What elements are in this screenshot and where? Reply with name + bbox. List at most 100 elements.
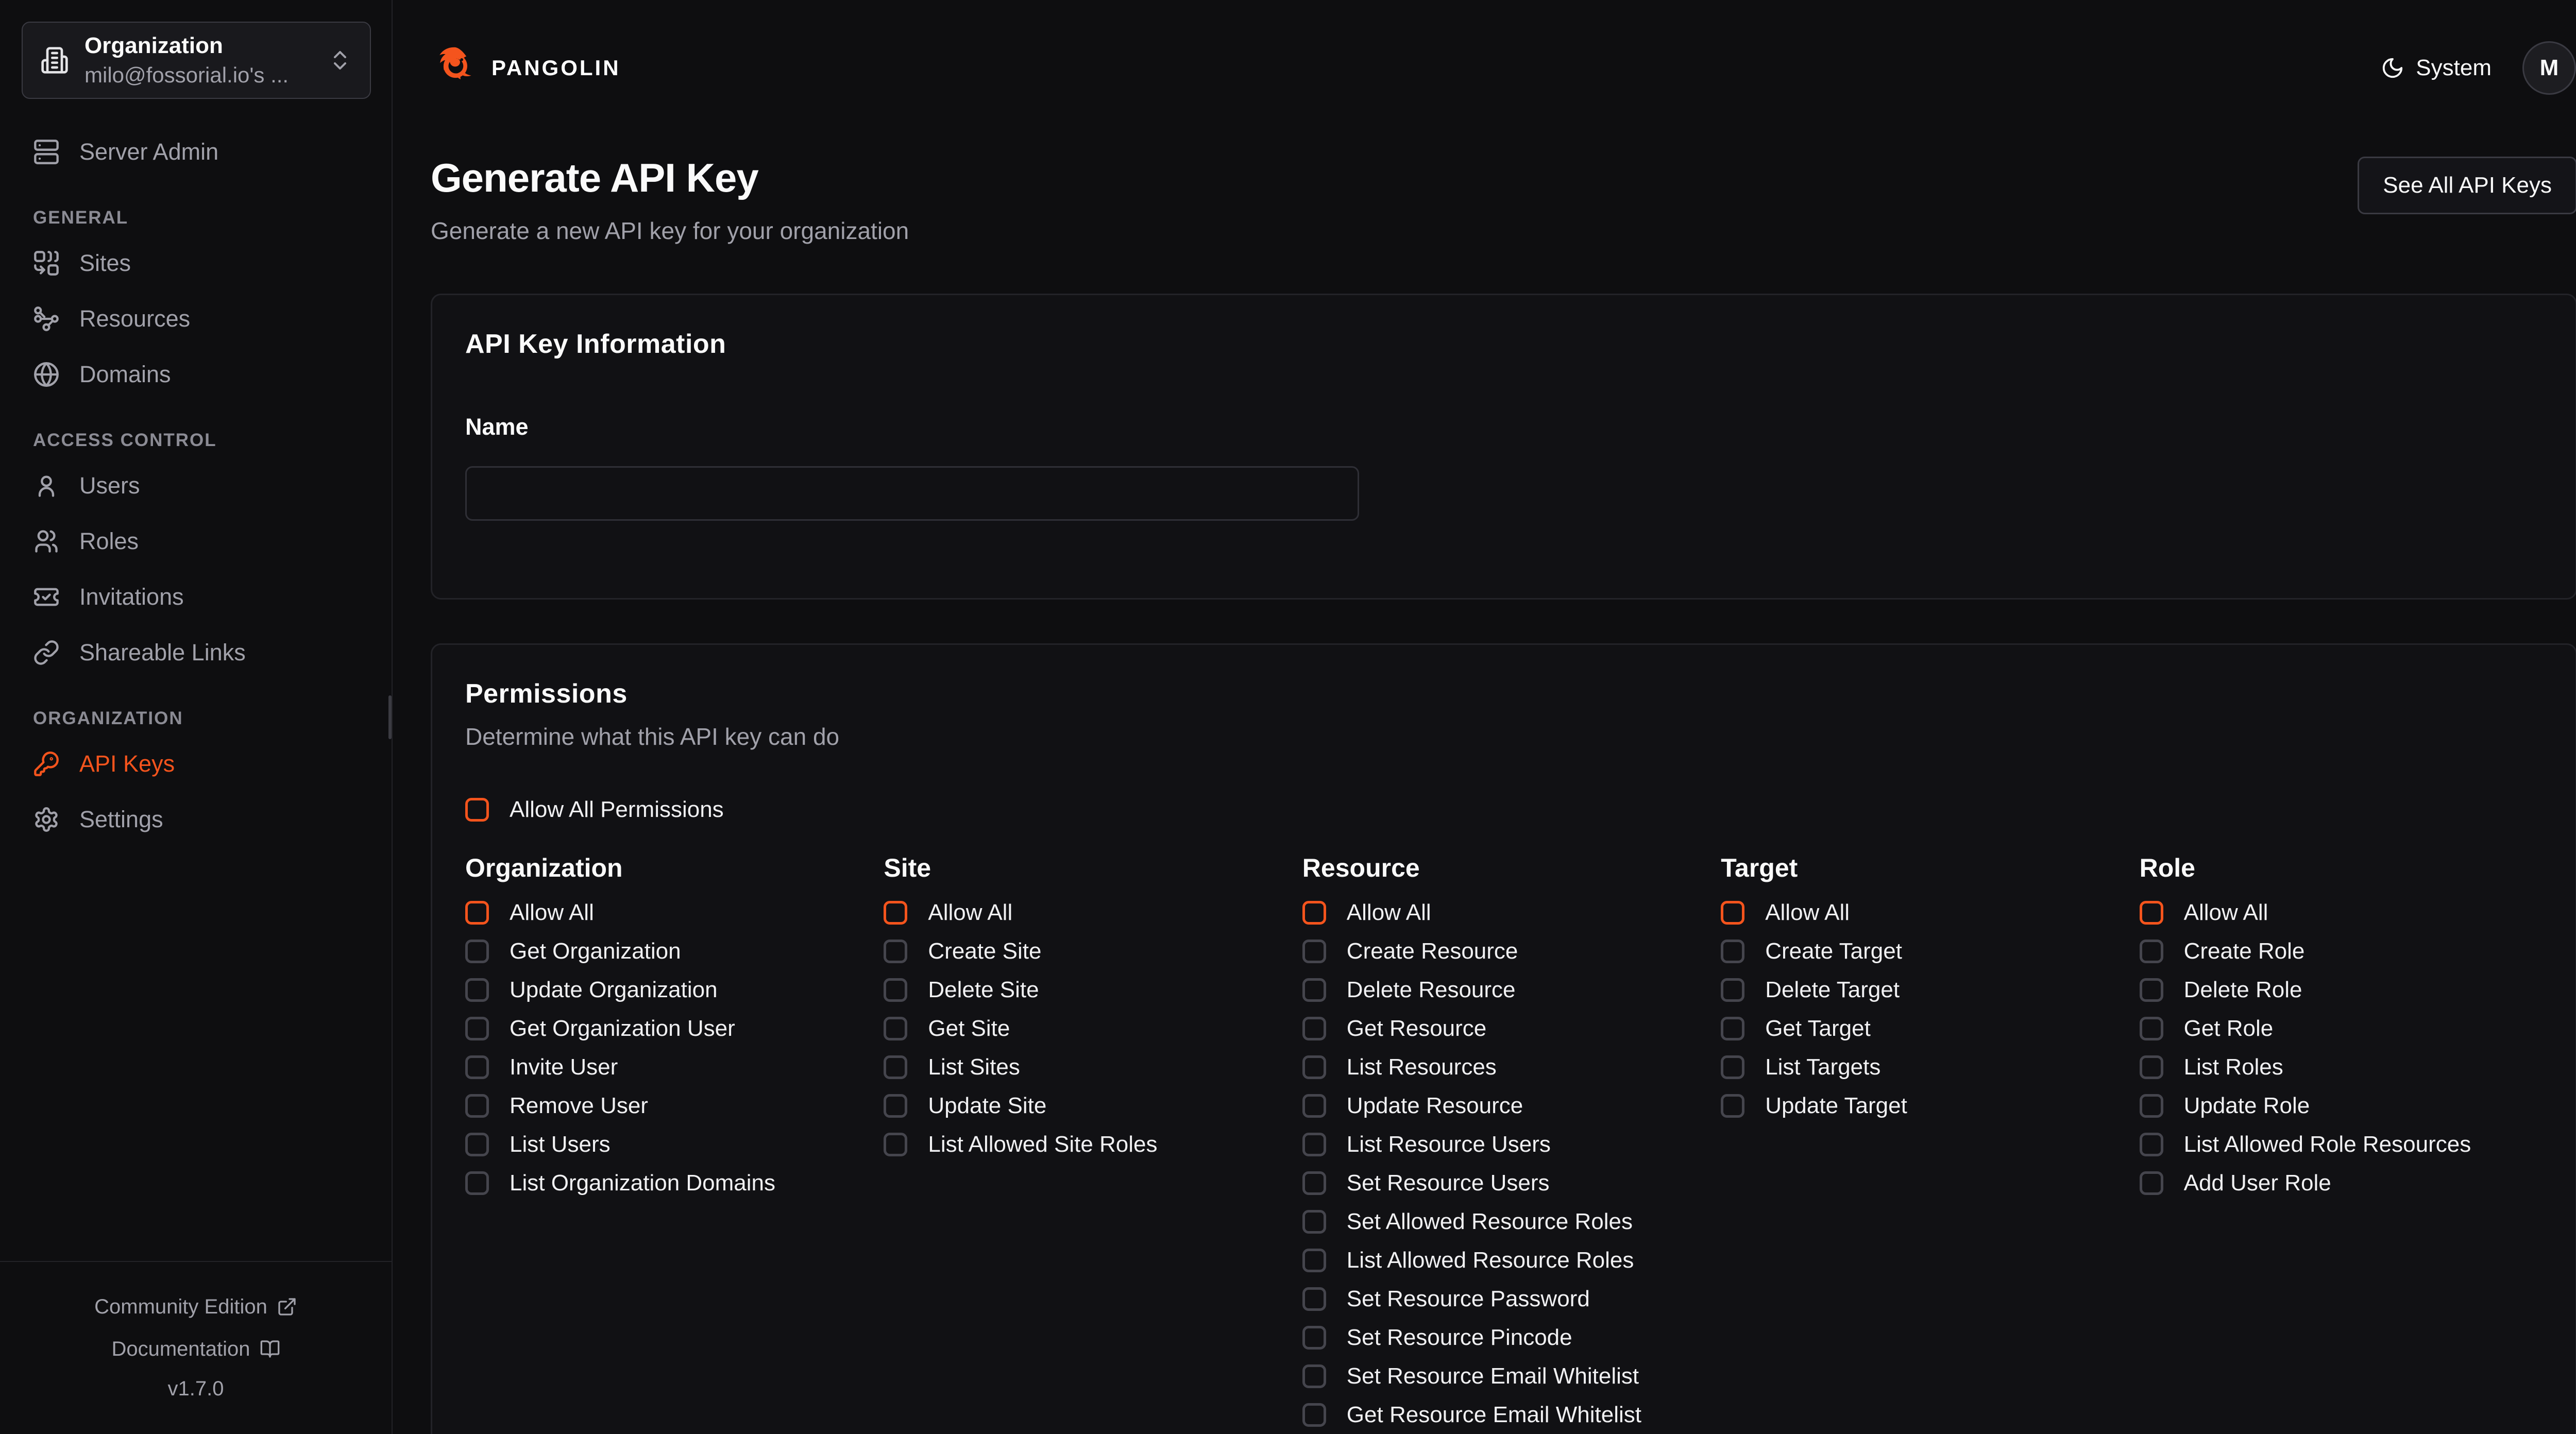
checkbox[interactable] <box>1721 1055 1744 1079</box>
checkbox[interactable] <box>465 1017 489 1040</box>
checkbox[interactable] <box>1302 1403 1326 1427</box>
sidebar-item-settings[interactable]: Settings <box>22 795 371 844</box>
permission-row[interactable]: Delete Role <box>2140 977 2543 1003</box>
checkbox[interactable] <box>2140 1171 2163 1195</box>
permission-row[interactable]: List Roles <box>2140 1054 2543 1080</box>
checkbox[interactable] <box>884 1055 907 1079</box>
permission-row[interactable]: Add User Role <box>2140 1170 2543 1196</box>
checkbox[interactable] <box>1302 1094 1326 1118</box>
allow-all-row[interactable]: Allow All <box>884 900 1286 926</box>
permission-row[interactable]: Set Resource Email Whitelist <box>1302 1363 1705 1389</box>
permission-row[interactable]: Create Target <box>1721 938 2124 964</box>
permission-row[interactable]: Create Site <box>884 938 1286 964</box>
allow-all-row[interactable]: Allow All <box>2140 900 2543 926</box>
checkbox[interactable] <box>884 978 907 1002</box>
allow-all-permissions-row[interactable]: Allow All Permissions <box>465 797 2543 823</box>
checkbox[interactable] <box>2140 901 2163 925</box>
permission-row[interactable]: Get Organization <box>465 938 868 964</box>
sidebar-item-domains[interactable]: Domains <box>22 350 371 399</box>
checkbox[interactable] <box>884 1133 907 1156</box>
checkbox[interactable] <box>465 940 489 963</box>
permission-row[interactable]: Delete Site <box>884 977 1286 1003</box>
checkbox[interactable] <box>1302 1055 1326 1079</box>
checkbox[interactable] <box>1721 978 1744 1002</box>
permission-row[interactable]: Get Site <box>884 1016 1286 1042</box>
checkbox[interactable] <box>1721 901 1744 925</box>
checkbox[interactable] <box>465 901 489 925</box>
permission-row[interactable]: List Organization Domains <box>465 1170 868 1196</box>
permission-row[interactable]: Set Allowed Resource Roles <box>1302 1209 1705 1235</box>
sidebar-item-users[interactable]: Users <box>22 461 371 510</box>
checkbox[interactable] <box>1721 1017 1744 1040</box>
permission-row[interactable]: Create Resource <box>1302 938 1705 964</box>
permission-row[interactable]: Create Role <box>2140 938 2543 964</box>
community-edition-link[interactable]: Community Edition <box>0 1286 392 1328</box>
permission-row[interactable]: List Users <box>465 1132 868 1157</box>
permission-row[interactable]: List Resources <box>1302 1054 1705 1080</box>
checkbox[interactable] <box>465 1133 489 1156</box>
sidebar-item-sites[interactable]: Sites <box>22 238 371 288</box>
permission-row[interactable]: Update Site <box>884 1093 1286 1119</box>
permission-row[interactable]: Get Role <box>2140 1016 2543 1042</box>
checkbox[interactable] <box>465 1171 489 1195</box>
permission-row[interactable]: List Allowed Role Resources <box>2140 1132 2543 1157</box>
permission-row[interactable]: List Targets <box>1721 1054 2124 1080</box>
sidebar-item-invitations[interactable]: Invitations <box>22 572 371 622</box>
checkbox[interactable] <box>465 1055 489 1079</box>
checkbox[interactable] <box>1302 1210 1326 1234</box>
permission-row[interactable]: Set Resource Pincode <box>1302 1325 1705 1351</box>
sidebar-item-api-keys[interactable]: API Keys <box>22 739 371 789</box>
checkbox[interactable] <box>2140 1133 2163 1156</box>
permission-row[interactable]: List Allowed Site Roles <box>884 1132 1286 1157</box>
permission-row[interactable]: List Resource Users <box>1302 1132 1705 1157</box>
checkbox[interactable] <box>1302 1017 1326 1040</box>
checkbox[interactable] <box>1721 1094 1744 1118</box>
checkbox[interactable] <box>1302 901 1326 925</box>
theme-toggle[interactable]: System <box>2381 55 2492 81</box>
see-all-api-keys-button[interactable]: See All API Keys <box>2358 157 2576 214</box>
permission-row[interactable]: Update Role <box>2140 1093 2543 1119</box>
checkbox[interactable] <box>1302 1171 1326 1195</box>
permission-row[interactable]: Update Resource <box>1302 1093 1705 1119</box>
permission-row[interactable]: Delete Target <box>1721 977 2124 1003</box>
checkbox[interactable] <box>1302 1133 1326 1156</box>
sidebar-item-shareable-links[interactable]: Shareable Links <box>22 628 371 677</box>
checkbox[interactable] <box>465 1094 489 1118</box>
name-input[interactable] <box>465 466 1359 521</box>
checkbox[interactable] <box>1302 940 1326 963</box>
sidebar-item-server-admin[interactable]: Server Admin <box>22 127 371 177</box>
checkbox[interactable] <box>2140 940 2163 963</box>
checkbox[interactable] <box>2140 1055 2163 1079</box>
allow-all-row[interactable]: Allow All <box>1721 900 2124 926</box>
permission-row[interactable]: Update Organization <box>465 977 868 1003</box>
permission-row[interactable]: List Allowed Resource Roles <box>1302 1248 1705 1273</box>
permission-row[interactable]: Get Organization User <box>465 1016 868 1042</box>
checkbox[interactable] <box>2140 1094 2163 1118</box>
checkbox[interactable] <box>2140 1017 2163 1040</box>
permission-row[interactable]: Get Resource Email Whitelist <box>1302 1402 1705 1428</box>
permission-row[interactable]: List Sites <box>884 1054 1286 1080</box>
permission-row[interactable]: Delete Resource <box>1302 977 1705 1003</box>
checkbox[interactable] <box>1302 1364 1326 1388</box>
checkbox[interactable] <box>884 1017 907 1040</box>
checkbox[interactable] <box>465 798 489 822</box>
checkbox[interactable] <box>1302 1287 1326 1311</box>
permission-row[interactable]: Get Resource <box>1302 1016 1705 1042</box>
sidebar-item-resources[interactable]: Resources <box>22 294 371 344</box>
permission-row[interactable]: Set Resource Password <box>1302 1286 1705 1312</box>
checkbox[interactable] <box>1302 1249 1326 1272</box>
sidebar-scrollbar[interactable] <box>388 695 392 739</box>
sidebar-item-roles[interactable]: Roles <box>22 517 371 566</box>
checkbox[interactable] <box>884 1094 907 1118</box>
allow-all-row[interactable]: Allow All <box>465 900 868 926</box>
documentation-link[interactable]: Documentation <box>0 1328 392 1370</box>
avatar[interactable]: M <box>2522 41 2576 95</box>
checkbox[interactable] <box>465 978 489 1002</box>
checkbox[interactable] <box>1302 978 1326 1002</box>
checkbox[interactable] <box>1721 940 1744 963</box>
permission-row[interactable]: Set Resource Users <box>1302 1170 1705 1196</box>
checkbox[interactable] <box>884 940 907 963</box>
permission-row[interactable]: Update Target <box>1721 1093 2124 1119</box>
permission-row[interactable]: Get Target <box>1721 1016 2124 1042</box>
org-switcher[interactable]: Organization milo@fossorial.io's ... <box>22 22 371 99</box>
